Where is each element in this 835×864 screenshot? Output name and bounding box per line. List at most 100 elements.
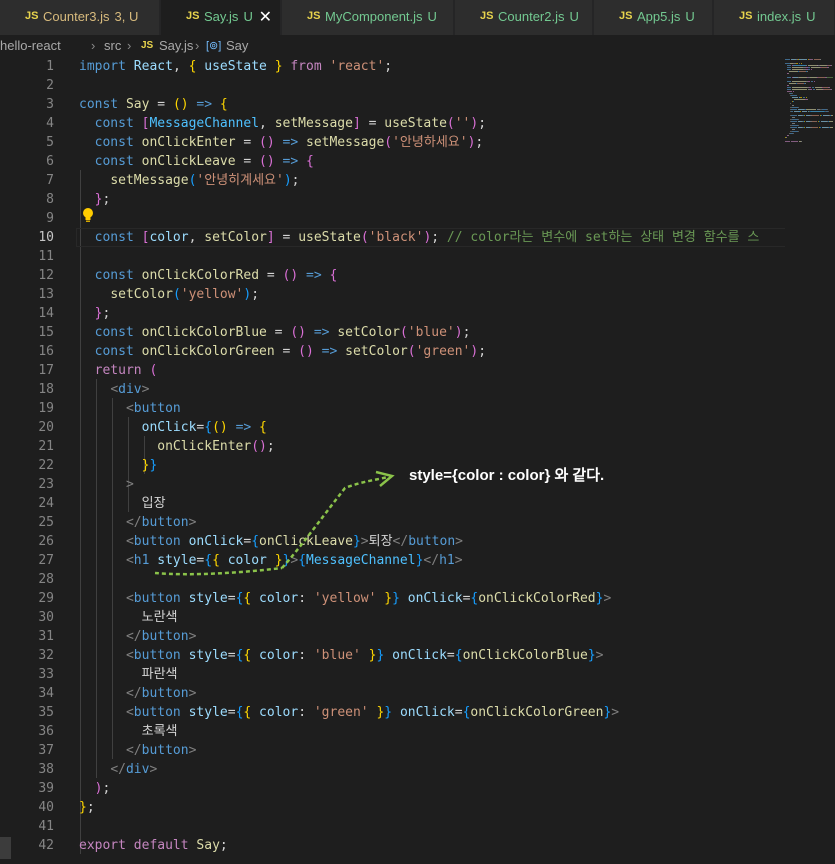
- breadcrumb-file-say[interactable]: Say.js: [159, 38, 193, 53]
- line-number: 34: [38, 686, 54, 701]
- code-token: onClick: [399, 705, 455, 720]
- code-token: =: [446, 648, 455, 663]
- code-line[interactable]: 4 const [MessageChannel, setMessage] = u…: [0, 114, 835, 133]
- tab-index[interactable]: JS index.js U: [714, 0, 835, 35]
- breadcrumb-symbol-say[interactable]: Say: [226, 38, 248, 53]
- tab-counter2[interactable]: JS Counter2.js U: [455, 0, 593, 35]
- line-number: 23: [38, 477, 54, 492]
- code-line[interactable]: 16 const onClickColorGreen = () => setCo…: [0, 342, 835, 361]
- code-editor[interactable]: 1 import React, { useState } from 'react'…: [0, 57, 835, 864]
- minimap-line: [814, 87, 822, 88]
- code-line[interactable]: 8 };: [0, 190, 835, 209]
- code-line[interactable]: 15 const onClickColorBlue = () => setCol…: [0, 323, 835, 342]
- close-icon[interactable]: ✕: [259, 7, 272, 26]
- code-token: (: [290, 325, 299, 340]
- code-line[interactable]: 7 setMessage('안녕히계세요');: [0, 171, 835, 190]
- code-line[interactable]: 6 const onClickLeave = () => {: [0, 152, 835, 171]
- breadcrumb-folder-hello-react[interactable]: hello-react: [0, 38, 61, 53]
- js-file-icon: JS: [186, 10, 200, 22]
- code-text: const onClickColorBlue = () => setColor(…: [79, 323, 471, 342]
- code-line[interactable]: 37 </button>: [0, 741, 835, 760]
- code-line[interactable]: 14 };: [0, 304, 835, 323]
- code-line[interactable]: 36 초록색: [0, 722, 835, 741]
- code-token: color: [149, 230, 189, 245]
- code-line[interactable]: 41: [0, 817, 835, 836]
- code-token: {: [219, 97, 228, 112]
- minimap-line: [815, 89, 823, 90]
- code-line[interactable]: 21 onClickEnter();: [0, 437, 835, 456]
- code-token: 'yellow': [180, 287, 244, 302]
- tab-mycomponent[interactable]: JS MyComponent.js U: [282, 0, 454, 35]
- code-line[interactable]: 30 노란색: [0, 608, 835, 627]
- code-token: setMessage: [274, 116, 353, 131]
- code-token: <: [125, 401, 134, 416]
- code-token: {: [251, 534, 260, 549]
- code-text: onClick={() => {: [79, 418, 267, 437]
- code-line[interactable]: 25 </button>: [0, 513, 835, 532]
- code-token: ;: [219, 838, 228, 853]
- minimap-line: [830, 89, 832, 90]
- code-line[interactable]: 31 </button>: [0, 627, 835, 646]
- code-line[interactable]: 33 파란색: [0, 665, 835, 684]
- code-line[interactable]: 9: [0, 209, 835, 228]
- code-token: (: [172, 97, 181, 112]
- code-token: =>: [196, 97, 213, 112]
- code-token: >: [188, 686, 197, 701]
- code-line[interactable]: 19 <button: [0, 399, 835, 418]
- code-token: {: [298, 553, 307, 568]
- line-number: 3: [46, 97, 54, 112]
- tab-counter3[interactable]: JS Counter3.js 3, U: [0, 0, 160, 35]
- code-line[interactable]: 40};: [0, 798, 835, 817]
- code-line[interactable]: 11: [0, 247, 835, 266]
- minimap-line: [820, 127, 821, 128]
- minimap[interactable]: [785, 57, 835, 864]
- code-line[interactable]: 12 const onClickColorRed = () => {: [0, 266, 835, 285]
- code-token: :: [298, 648, 314, 663]
- code-token: :: [298, 705, 314, 720]
- code-line[interactable]: 32 <button style={{ color: 'blue' }} onC…: [0, 646, 835, 665]
- tab-git-status: 3, U: [114, 9, 139, 24]
- breadcrumb-folder-src[interactable]: src: [104, 38, 121, 53]
- code-line[interactable]: 18 <div>: [0, 380, 835, 399]
- code-line[interactable]: 13 setColor('yellow');: [0, 285, 835, 304]
- code-line[interactable]: 17 return (: [0, 361, 835, 380]
- code-line[interactable]: 20 onClick={() => {: [0, 418, 835, 437]
- code-token: }: [274, 553, 283, 568]
- code-token: <: [125, 553, 134, 568]
- tab-say[interactable]: JS Say.js U ✕: [161, 0, 281, 35]
- code-line[interactable]: 34 </button>: [0, 684, 835, 703]
- code-line[interactable]: 29 <button style={{ color: 'yellow' }} o…: [0, 589, 835, 608]
- code-line[interactable]: 27 <h1 style={{ color }}>{MessageChannel…: [0, 551, 835, 570]
- code-line[interactable]: 35 <button style={{ color: 'green' }} on…: [0, 703, 835, 722]
- minimap-line: [803, 97, 805, 98]
- code-line[interactable]: 2: [0, 76, 835, 95]
- line-number: 24: [38, 496, 54, 511]
- minimap-line: [786, 67, 792, 68]
- code-line[interactable]: 39 );: [0, 779, 835, 798]
- code-line[interactable]: 38 </div>: [0, 760, 835, 779]
- code-line[interactable]: 1 import React, { useState } from 'react'…: [0, 57, 835, 76]
- code-line[interactable]: 5 const onClickEnter = () => setMessage(…: [0, 133, 835, 152]
- minimap-line: [786, 87, 792, 88]
- code-token: ): [454, 325, 463, 340]
- minimap-line: [792, 93, 794, 94]
- code-line[interactable]: 3 const Say = () => {: [0, 95, 835, 114]
- code-line[interactable]: 28: [0, 570, 835, 589]
- minimap-line: [828, 67, 830, 68]
- code-text: setColor('yellow');: [79, 285, 259, 304]
- js-file-icon: JS: [25, 10, 39, 22]
- code-line[interactable]: 24 입장: [0, 494, 835, 513]
- code-line[interactable]: 26 <button onClick={onClickLeave}>퇴장</bu…: [0, 532, 835, 551]
- code-line[interactable]: 42 export default Say;: [0, 836, 835, 855]
- code-line[interactable]: 10 const [color, setColor] = useState('b…: [0, 228, 835, 247]
- code-token: (: [259, 135, 267, 150]
- code-token: {: [454, 648, 463, 663]
- tab-app5[interactable]: JS App5.js U: [594, 0, 713, 35]
- code-token: return: [94, 363, 142, 378]
